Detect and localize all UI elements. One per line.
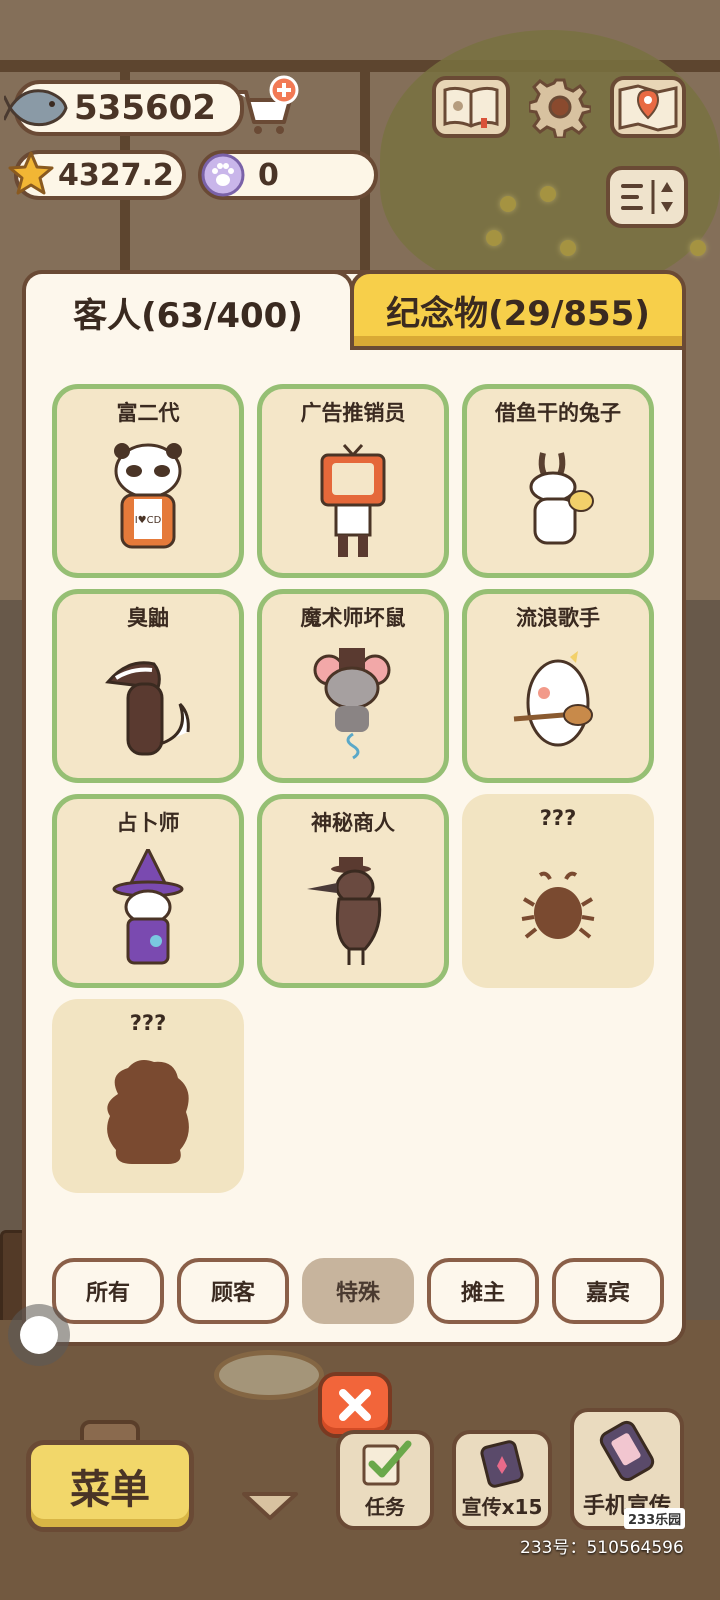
settings-button[interactable] <box>528 76 592 138</box>
cart-plus-icon[interactable] <box>232 74 300 138</box>
guest-card-mystery-merchant[interactable]: 神秘商人 <box>257 794 449 988</box>
rabbit-guest-icon <box>467 425 649 573</box>
tv-head-guest-icon <box>262 425 444 573</box>
filter-special[interactable]: 特殊 <box>302 1258 414 1324</box>
watermark-id: 233号：510564596 <box>520 1538 684 1558</box>
paw-coin-icon <box>200 152 246 198</box>
wizard-cat-icon <box>57 835 239 983</box>
guest-name: 广告推销员 <box>300 401 406 425</box>
star-icon <box>8 150 54 196</box>
guest-name: 魔术师坏鼠 <box>300 606 406 630</box>
rat-magician-icon <box>262 630 444 778</box>
filter-all[interactable]: 所有 <box>52 1258 164 1324</box>
skunk-guest-icon <box>57 630 239 778</box>
guest-name: 臭鼬 <box>127 606 169 630</box>
promo-label: 宣传x15 <box>461 1495 543 1519</box>
sort-button[interactable] <box>606 166 688 228</box>
tasks-label: 任务 <box>365 1495 405 1519</box>
tab-guests[interactable]: 客人(63/400) <box>22 270 354 350</box>
filter-vip-guests[interactable]: 嘉宾 <box>552 1258 664 1324</box>
phone-icon <box>597 1412 657 1488</box>
svg-text:I♥CD: I♥CD <box>135 515 162 526</box>
guest-name: 占卜师 <box>116 811 180 835</box>
close-button[interactable] <box>318 1372 392 1438</box>
guest-card-fish-rabbit[interactable]: 借鱼干的兔子 <box>462 384 654 578</box>
filter-stall-owners[interactable]: 摊主 <box>427 1258 539 1324</box>
fluffy-silhouette-icon <box>52 1035 244 1193</box>
crow-merchant-icon <box>262 835 444 983</box>
filter-customers[interactable]: 顾客 <box>177 1258 289 1324</box>
tasks-button[interactable]: 任务 <box>336 1430 434 1530</box>
watermark-logo: 233乐园 <box>624 1508 686 1529</box>
tab-souvenirs[interactable]: 纪念物(29/855) <box>350 270 686 350</box>
sort-icon <box>621 180 673 214</box>
close-icon <box>339 1389 371 1421</box>
star-value: 4327.2 <box>58 157 174 193</box>
guest-card-skunk[interactable]: 臭鼬 <box>52 589 244 783</box>
gear-icon <box>529 78 591 138</box>
guest-name: 富二代 <box>116 401 180 425</box>
map-button[interactable] <box>610 76 686 138</box>
guest-card-rich-kid[interactable]: 富二代 I♥CD <box>52 384 244 578</box>
guest-name: ??? <box>129 1011 167 1035</box>
menu-button[interactable]: 菜单 <box>26 1440 194 1532</box>
guest-card-locked[interactable]: ??? <box>462 794 654 988</box>
guest-card-ad-salesman[interactable]: 广告推销员 <box>257 384 449 578</box>
checklist-icon <box>358 1434 412 1491</box>
guest-card-magician-rat[interactable]: 魔术师坏鼠 <box>257 589 449 783</box>
guest-card-fortune-teller[interactable]: 占卜师 <box>52 794 244 988</box>
guest-name: 流浪歌手 <box>516 606 600 630</box>
guest-card-wandering-singer[interactable]: 流浪歌手 <box>462 589 654 783</box>
book-icon <box>443 86 499 128</box>
guest-name: ??? <box>539 806 577 830</box>
panda-guest-icon: I♥CD <box>57 425 239 573</box>
guest-name: 借鱼干的兔子 <box>495 401 621 425</box>
flyer-icon <box>477 1434 527 1491</box>
fish-icon <box>4 78 72 136</box>
catalog-book-button[interactable] <box>432 76 510 138</box>
map-pin-icon <box>618 84 678 132</box>
guest-name: 神秘商人 <box>311 811 395 835</box>
promo-button[interactable]: 宣传x15 <box>452 1430 552 1530</box>
paw-value: 0 <box>258 157 279 193</box>
chevron-down-icon[interactable] <box>240 1488 300 1524</box>
cockatiel-singer-icon <box>467 630 649 778</box>
floating-assist-ball[interactable] <box>8 1304 70 1366</box>
bug-silhouette-icon <box>462 830 654 988</box>
fish-count: 535602 <box>74 88 216 128</box>
guest-card-locked[interactable]: ??? <box>52 999 244 1193</box>
